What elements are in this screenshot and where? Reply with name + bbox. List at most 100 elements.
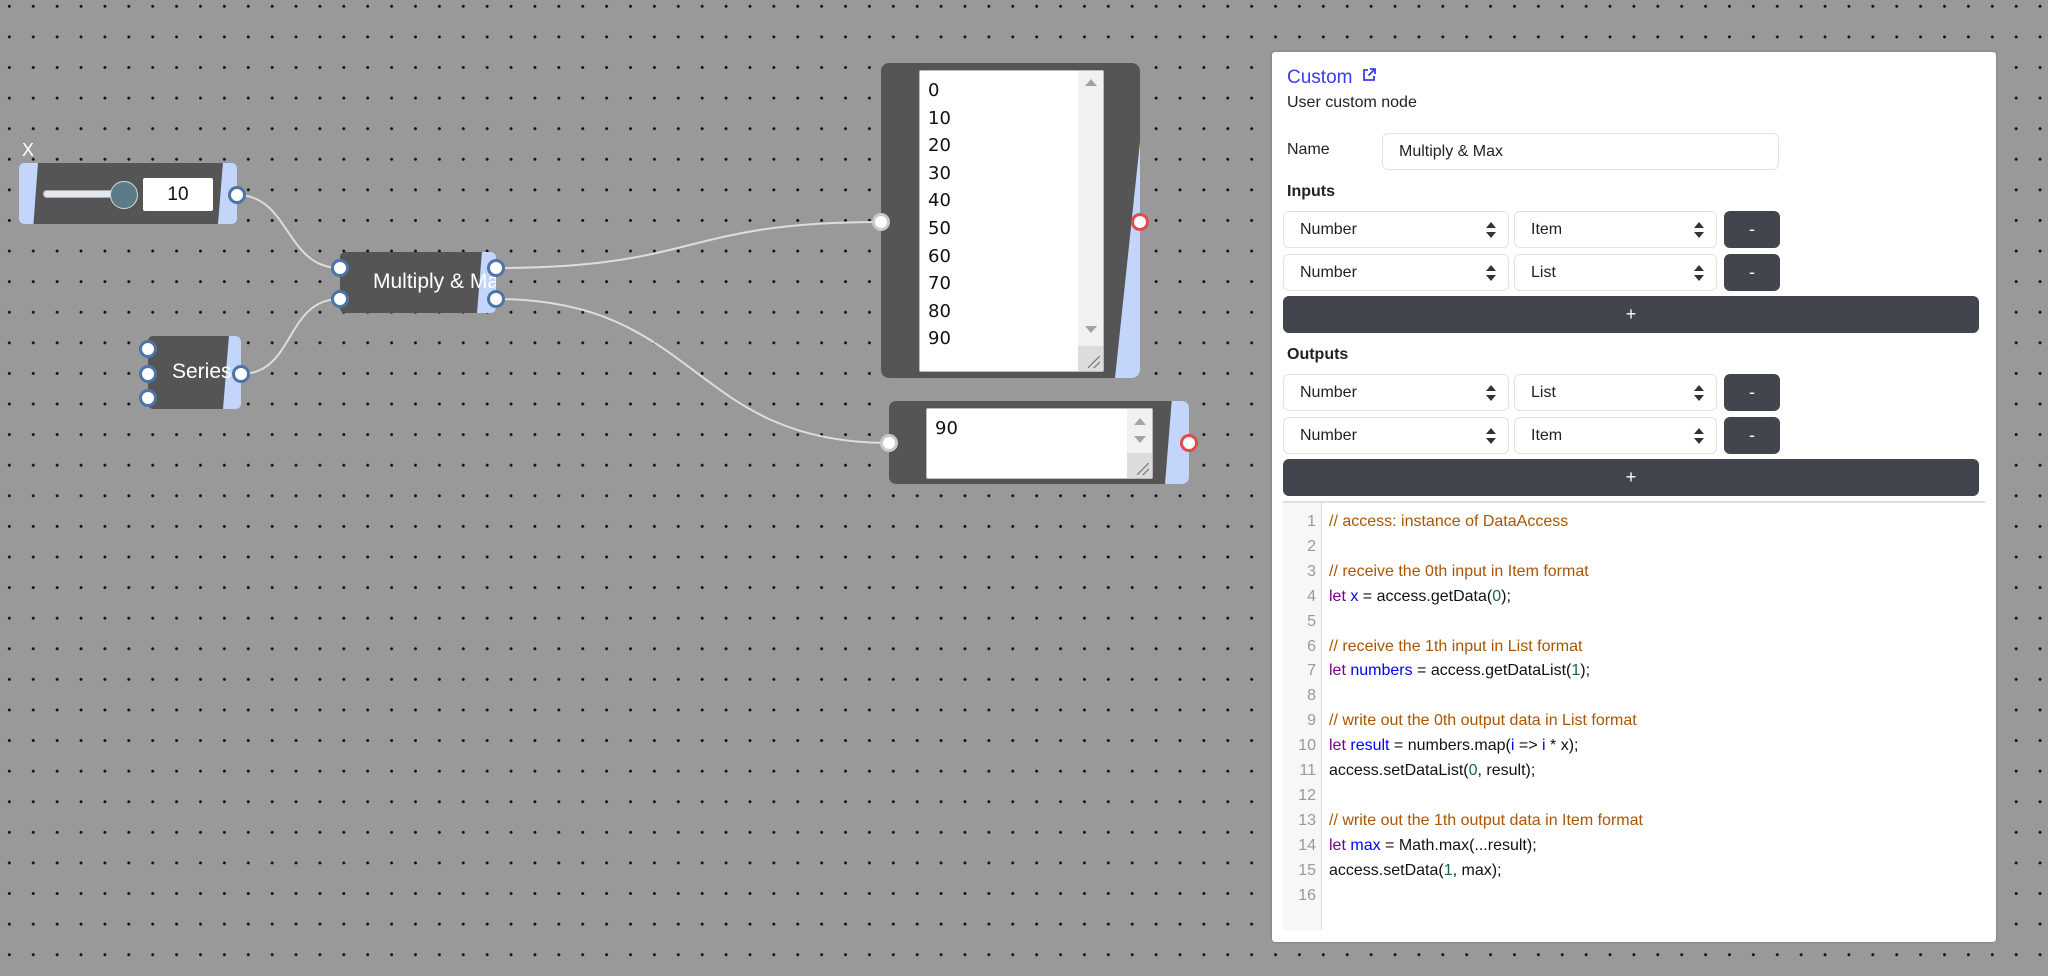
code-text: // write out the 1th output data in Item…: [1329, 811, 1643, 829]
list-values: 0 10 20 30 40 50 60 70 80 90: [928, 77, 951, 353]
multiply-output-port-0[interactable]: [487, 259, 505, 277]
select-caret-icon: [1694, 221, 1704, 238]
select-caret-icon: [1486, 221, 1496, 238]
remove-output-button[interactable]: -: [1724, 374, 1780, 411]
inputs-heading: Inputs: [1287, 183, 1335, 200]
remove-input-button[interactable]: -: [1724, 254, 1780, 291]
slider-node-label: X: [22, 140, 35, 160]
list-value: 50: [928, 217, 951, 239]
select-value: List: [1531, 383, 1556, 401]
line-number: 1: [1307, 513, 1316, 530]
line-number: 10: [1298, 737, 1316, 755]
add-input-button[interactable]: +: [1283, 296, 1979, 333]
output-type-select[interactable]: Number: [1283, 417, 1509, 454]
panel-subtitle: User custom node: [1287, 94, 1417, 111]
name-input[interactable]: Multiply & Max: [1382, 133, 1779, 170]
line-number: 4: [1307, 587, 1316, 605]
resize-grip-icon[interactable]: [1078, 346, 1103, 371]
multiply-output-port-1[interactable]: [487, 290, 505, 308]
select-caret-icon: [1486, 264, 1496, 281]
multiply-input-port-0[interactable]: [331, 259, 349, 277]
series-node[interactable]: Series: [148, 336, 241, 409]
select-caret-icon: [1486, 427, 1496, 444]
series-input-port-0[interactable]: [139, 340, 157, 358]
slider-knob[interactable]: [110, 181, 138, 209]
line-number: 9: [1307, 712, 1316, 730]
multiply-max-node[interactable]: Multiply & Max: [340, 252, 496, 313]
list-value: 40: [928, 190, 951, 212]
wire-series-to-multiply: [240, 298, 341, 375]
select-caret-icon: [1694, 384, 1704, 401]
code-text: let x = access.getData(0);: [1329, 587, 1511, 605]
code-text: // receive the 1th input in List format: [1329, 637, 1583, 655]
select-value: Number: [1300, 220, 1357, 238]
list-value: 0: [928, 80, 940, 101]
scroll-down-icon[interactable]: [1085, 326, 1097, 333]
output-access-select[interactable]: Item: [1514, 417, 1717, 454]
multiply-input-port-1[interactable]: [331, 290, 349, 308]
wire-multiply-to-item: [495, 298, 890, 444]
external-link-icon: [1362, 68, 1376, 81]
series-input-port-1[interactable]: [139, 365, 157, 383]
line-number: 11: [1299, 762, 1316, 779]
multiply-node-label: Multiply & Max: [373, 270, 496, 293]
list-value: 30: [928, 162, 951, 184]
add-output-button[interactable]: +: [1283, 459, 1979, 496]
code-editor[interactable]: 1 // access: instance of DataAccess 2 3 // r…: [1283, 503, 1983, 930]
custom-node-panel: Custom User custom node Name Multiply & …: [1272, 52, 1996, 942]
remove-output-button[interactable]: -: [1724, 417, 1780, 454]
line-number: 16: [1298, 886, 1316, 904]
slider-value-input[interactable]: 10: [143, 178, 213, 211]
item-value: 90: [935, 418, 958, 439]
list-value: 90: [928, 328, 951, 350]
input-access-select[interactable]: Item: [1514, 211, 1717, 248]
list-input-port[interactable]: [872, 213, 890, 231]
select-value: Number: [1300, 426, 1357, 444]
series-input-port-2[interactable]: [139, 389, 157, 407]
code-text: // access: instance of DataAccess: [1329, 513, 1569, 530]
line-number: 3: [1307, 562, 1316, 580]
select-caret-icon: [1694, 427, 1704, 444]
select-caret-icon: [1486, 384, 1496, 401]
code-text: let numbers = access.getDataList(1);: [1329, 662, 1591, 680]
line-number: 8: [1307, 687, 1316, 705]
wire-x-to-multiply: [236, 194, 341, 269]
input-type-select[interactable]: Number: [1283, 211, 1509, 248]
list-textarea[interactable]: 0 10 20 30 40 50 60 70 80 90: [919, 70, 1104, 372]
input-access-select[interactable]: List: [1514, 254, 1717, 291]
scroll-down-icon[interactable]: [1134, 436, 1146, 443]
wire-multiply-to-list: [495, 221, 882, 269]
item-output-port[interactable]: [1180, 434, 1198, 452]
select-value: Number: [1300, 263, 1357, 281]
scroll-up-icon[interactable]: [1134, 418, 1146, 425]
select-caret-icon: [1694, 264, 1704, 281]
line-number: 13: [1298, 811, 1316, 829]
line-number: 15: [1298, 861, 1316, 879]
list-output-port[interactable]: [1131, 213, 1149, 231]
item-textarea[interactable]: 90: [926, 408, 1153, 479]
slider-output-port[interactable]: [228, 186, 246, 204]
item-input-port[interactable]: [880, 434, 898, 452]
name-label: Name: [1287, 141, 1330, 158]
list-output-node[interactable]: 0 10 20 30 40 50 60 70 80 90: [881, 63, 1140, 378]
slider-node[interactable]: 10: [19, 163, 237, 224]
scroll-up-icon[interactable]: [1085, 79, 1097, 86]
code-text: // receive the 0th input in Item format: [1329, 562, 1589, 580]
resize-grip-icon[interactable]: [1127, 453, 1152, 478]
output-access-select[interactable]: List: [1514, 374, 1717, 411]
code-text: access.setData(1, max);: [1329, 861, 1502, 879]
series-output-port[interactable]: [232, 365, 250, 383]
select-value: List: [1531, 263, 1556, 281]
item-output-node[interactable]: 90: [889, 401, 1189, 484]
code-text: let max = Math.max(...result);: [1329, 836, 1537, 854]
input-type-select[interactable]: Number: [1283, 254, 1509, 291]
scrollbar[interactable]: [1078, 71, 1103, 371]
line-number: 12: [1298, 786, 1316, 804]
select-value: Item: [1531, 426, 1563, 444]
output-type-select[interactable]: Number: [1283, 374, 1509, 411]
code-text: // write out the 0th output data in List…: [1329, 712, 1637, 730]
line-number: 2: [1307, 537, 1316, 555]
remove-input-button[interactable]: -: [1724, 211, 1780, 248]
list-value: 10: [928, 107, 951, 129]
panel-title-link[interactable]: Custom: [1287, 67, 1376, 89]
